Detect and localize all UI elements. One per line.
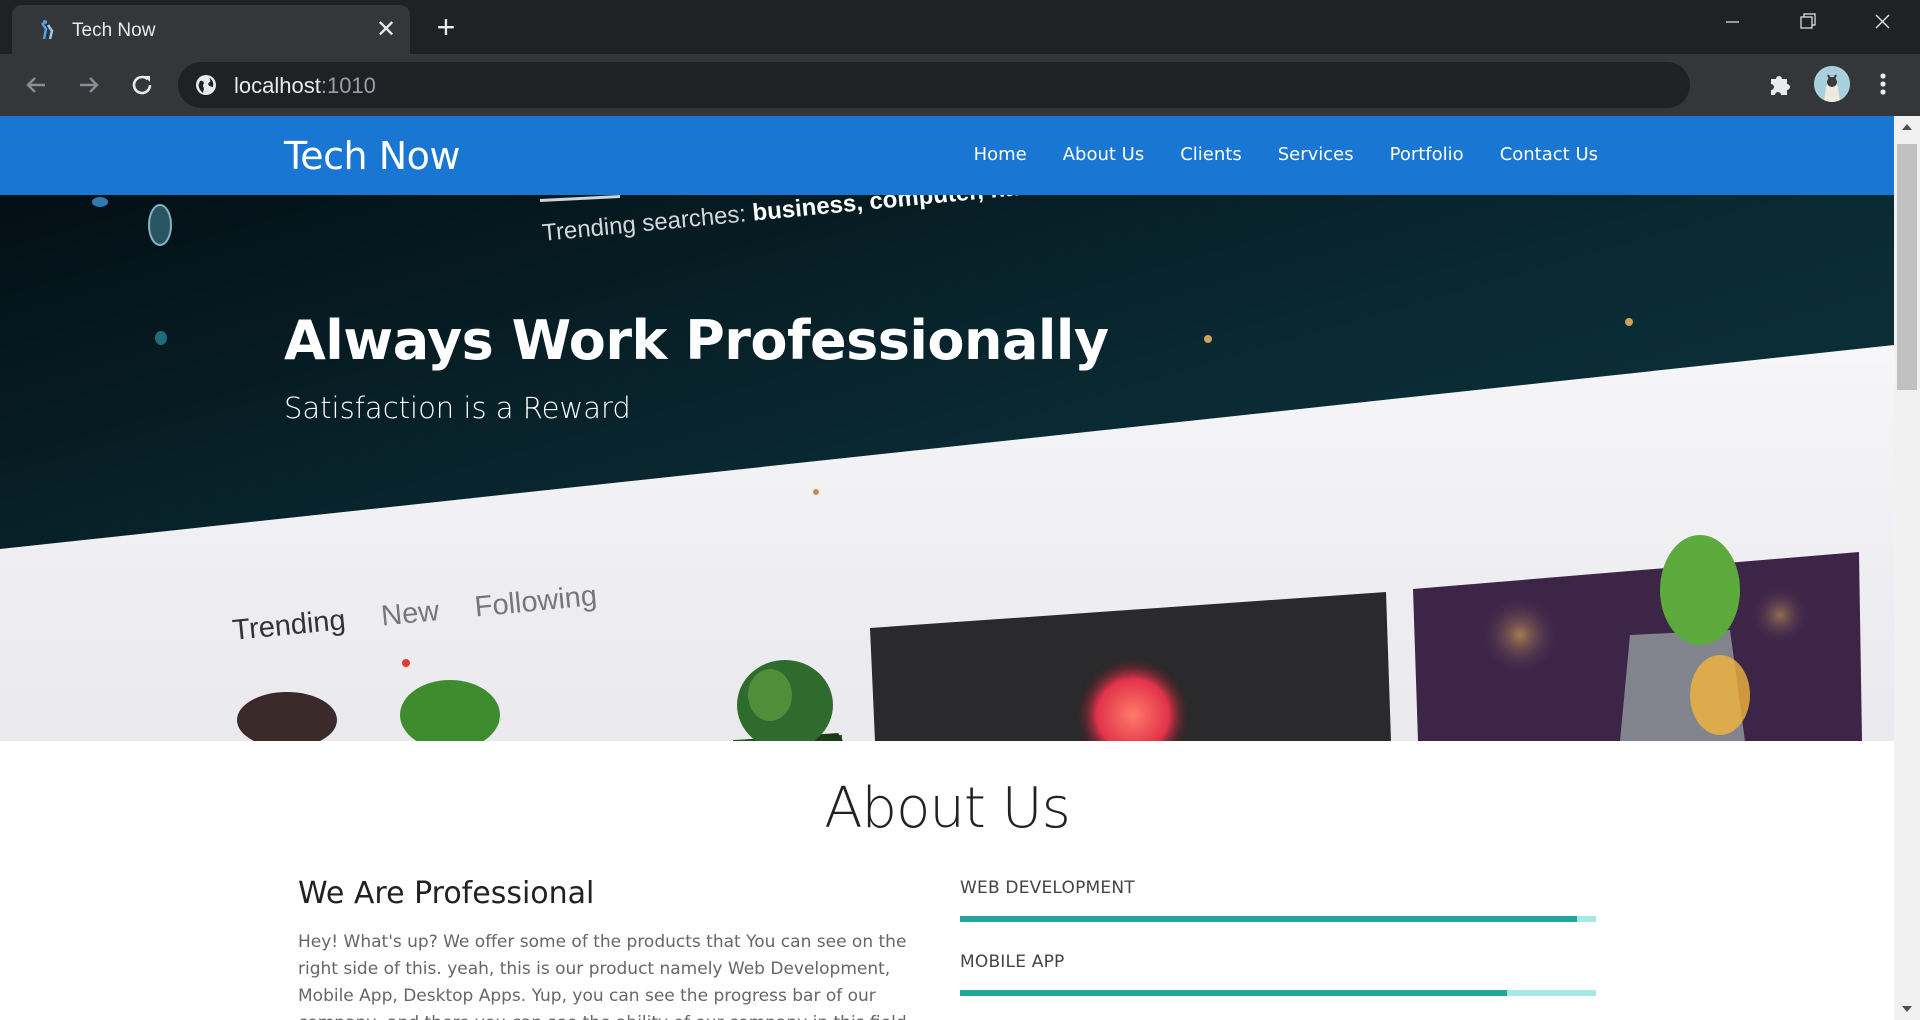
page-scrollbar[interactable] (1894, 116, 1920, 1020)
hero-subtitle: Satisfaction is a Reward (284, 391, 631, 425)
close-icon (1875, 14, 1890, 29)
site-navbar: Tech Now Home About Us Clients Services … (0, 116, 1894, 195)
profile-picture-icon (1814, 66, 1850, 102)
site-favicon-icon (40, 20, 54, 40)
scroll-down-arrow-icon[interactable] (1894, 998, 1920, 1020)
nav-link-clients[interactable]: Clients (1180, 144, 1242, 165)
nav-link-services[interactable]: Services (1278, 144, 1354, 165)
nav-link-contact-us[interactable]: Contact Us (1500, 144, 1598, 165)
about-section-heading: About Us (824, 776, 1071, 841)
nav-link-about-us[interactable]: About Us (1063, 144, 1145, 165)
about-subheading: We Are Professional (298, 876, 595, 911)
kebab-menu-icon[interactable] (1868, 66, 1898, 102)
skill-progress-fill (960, 990, 1507, 996)
profile-avatar[interactable] (1814, 66, 1850, 102)
scroll-up-arrow-icon[interactable] (1894, 116, 1920, 138)
nav-link-portfolio[interactable]: Portfolio (1390, 144, 1464, 165)
hero-image-tab-new: New (379, 595, 441, 633)
globe-icon (196, 75, 216, 95)
restore-icon (1800, 13, 1816, 29)
hero-title: Always Work Professionally (284, 309, 1109, 372)
scrollbar-thumb[interactable] (1897, 144, 1917, 390)
browser-toolbar: localhost:1010 (0, 54, 1920, 116)
reload-icon[interactable] (123, 66, 161, 104)
extensions-puzzle-icon[interactable] (1762, 66, 1798, 102)
skill-progress-fill (960, 916, 1577, 922)
skill-item: MOBILE APP (960, 952, 1596, 996)
new-tab-icon[interactable]: + (428, 10, 464, 46)
url-host: localhost (234, 73, 321, 98)
tab-close-icon[interactable]: ✕ (372, 16, 400, 44)
forward-arrow-icon[interactable] (70, 66, 108, 104)
window-restore-button[interactable] (1770, 0, 1846, 46)
nav-link-home[interactable]: Home (974, 144, 1027, 165)
skill-item: WEB DEVELOPMENT (960, 878, 1596, 922)
skill-progress-track (960, 990, 1596, 996)
address-bar[interactable]: localhost:1010 (178, 62, 1690, 108)
about-intro: We Are Professional Hey! What's up? We o… (298, 876, 932, 1020)
skills-progress-list: WEB DEVELOPMENT MOBILE APP (960, 878, 1596, 1020)
site-brand[interactable]: Tech Now (284, 134, 460, 178)
window-close-button[interactable] (1844, 0, 1920, 46)
url-text: localhost:1010 (234, 73, 376, 99)
skill-label: MOBILE APP (960, 952, 1065, 972)
skill-progress-track (960, 916, 1596, 922)
hero-banner: Trending searches: business, computer, n… (0, 195, 1894, 741)
skill-label: WEB DEVELOPMENT (960, 878, 1135, 898)
tab-title: Tech Now (72, 20, 156, 41)
browser-tab-bar: Tech Now ✕ + (0, 0, 1920, 54)
url-port: :1010 (320, 73, 376, 98)
nav-links: Home About Us Clients Services Portfolio… (974, 144, 1598, 165)
about-description: Hey! What's up? We offer some of the pro… (298, 932, 912, 1020)
window-minimize-button[interactable] (1694, 0, 1770, 46)
hero-background-image (0, 195, 1894, 741)
page-viewport: Tech Now Home About Us Clients Services … (0, 116, 1894, 1020)
browser-tab[interactable]: Tech Now ✕ (12, 5, 410, 54)
minimize-icon (1726, 21, 1739, 23)
back-arrow-icon[interactable] (17, 66, 55, 104)
